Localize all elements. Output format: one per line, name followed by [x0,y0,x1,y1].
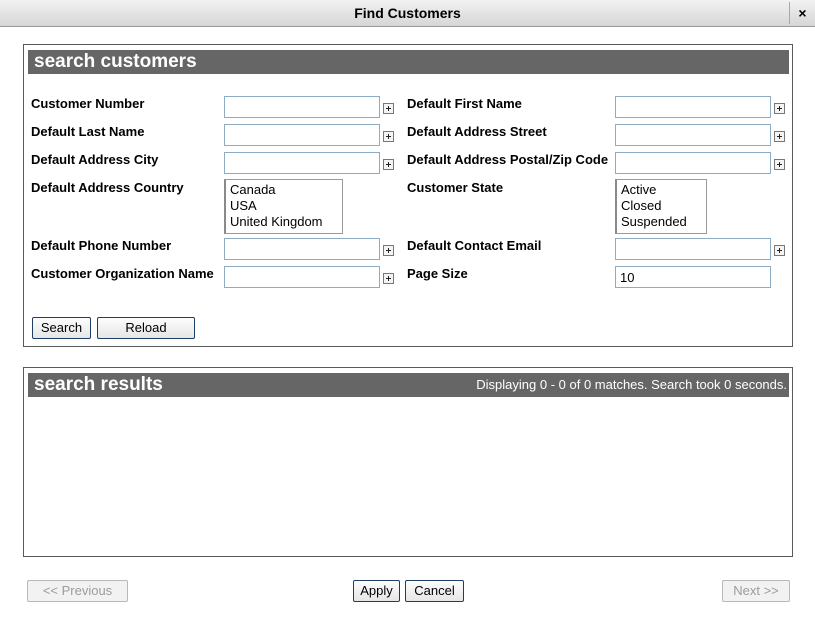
add-customer-number-icon[interactable] [383,103,394,114]
results-panel-title: search results [34,374,163,395]
country-listbox[interactable]: Canada USA United Kingdom [224,179,343,234]
default-address-city-label: Default Address City [31,152,159,167]
window-title-bar: Find Customers × [0,0,815,27]
country-option[interactable]: United Kingdom [230,214,338,230]
cancel-button[interactable]: Cancel [405,580,464,602]
add-first-name-icon[interactable] [774,103,785,114]
default-address-country-label: Default Address Country [31,180,184,195]
add-address-postal-icon[interactable] [774,159,785,170]
add-contact-email-icon[interactable] [774,245,785,256]
customer-number-input[interactable] [224,96,380,118]
apply-button[interactable]: Apply [353,580,400,602]
default-contact-email-label: Default Contact Email [407,238,542,253]
default-first-name-label: Default First Name [407,96,522,111]
results-list [28,398,789,553]
search-button[interactable]: Search [32,317,91,339]
default-first-name-input[interactable] [615,96,771,118]
reload-button[interactable]: Reload [97,317,195,339]
default-last-name-label: Default Last Name [31,124,145,139]
customer-number-label: Customer Number [31,96,145,111]
default-contact-email-input[interactable] [615,238,771,260]
search-panel-title: search customers [34,51,197,72]
add-address-street-icon[interactable] [774,131,785,142]
window-title: Find Customers [354,5,461,21]
search-panel-header: search customers [28,50,789,74]
state-option[interactable]: Closed [621,198,702,214]
country-option[interactable]: USA [230,198,338,214]
default-address-postal-label: Default Address Postal/Zip Code [407,152,609,167]
results-panel-header: search results Displaying 0 - 0 of 0 mat… [28,373,789,397]
default-phone-number-input[interactable] [224,238,380,260]
customer-state-label: Customer State [407,180,504,195]
search-customers-panel: search customers Customer Number Default… [23,44,793,347]
add-phone-number-icon[interactable] [383,245,394,256]
next-button[interactable]: Next >> [722,580,790,602]
state-option[interactable]: Suspended [621,214,702,230]
state-option[interactable]: Active [621,182,702,198]
page-size-input[interactable] [615,266,771,288]
customer-organization-name-input[interactable] [224,266,380,288]
customer-organization-name-label: Customer Organization Name [31,266,214,281]
default-phone-number-label: Default Phone Number [31,238,172,253]
add-last-name-icon[interactable] [383,131,394,142]
page-size-label: Page Size [407,266,468,281]
previous-button[interactable]: << Previous [27,580,128,602]
results-status-text: Displaying 0 - 0 of 0 matches. Search to… [476,377,787,392]
add-address-city-icon[interactable] [383,159,394,170]
close-icon[interactable]: × [789,2,815,24]
default-address-postal-input[interactable] [615,152,771,174]
default-address-city-input[interactable] [224,152,380,174]
default-address-street-input[interactable] [615,124,771,146]
add-organization-name-icon[interactable] [383,273,394,284]
customer-state-listbox[interactable]: Active Closed Suspended [615,179,707,234]
default-last-name-input[interactable] [224,124,380,146]
country-option[interactable]: Canada [230,182,338,198]
search-results-panel: search results Displaying 0 - 0 of 0 mat… [23,367,793,557]
default-address-street-label: Default Address Street [407,124,547,139]
